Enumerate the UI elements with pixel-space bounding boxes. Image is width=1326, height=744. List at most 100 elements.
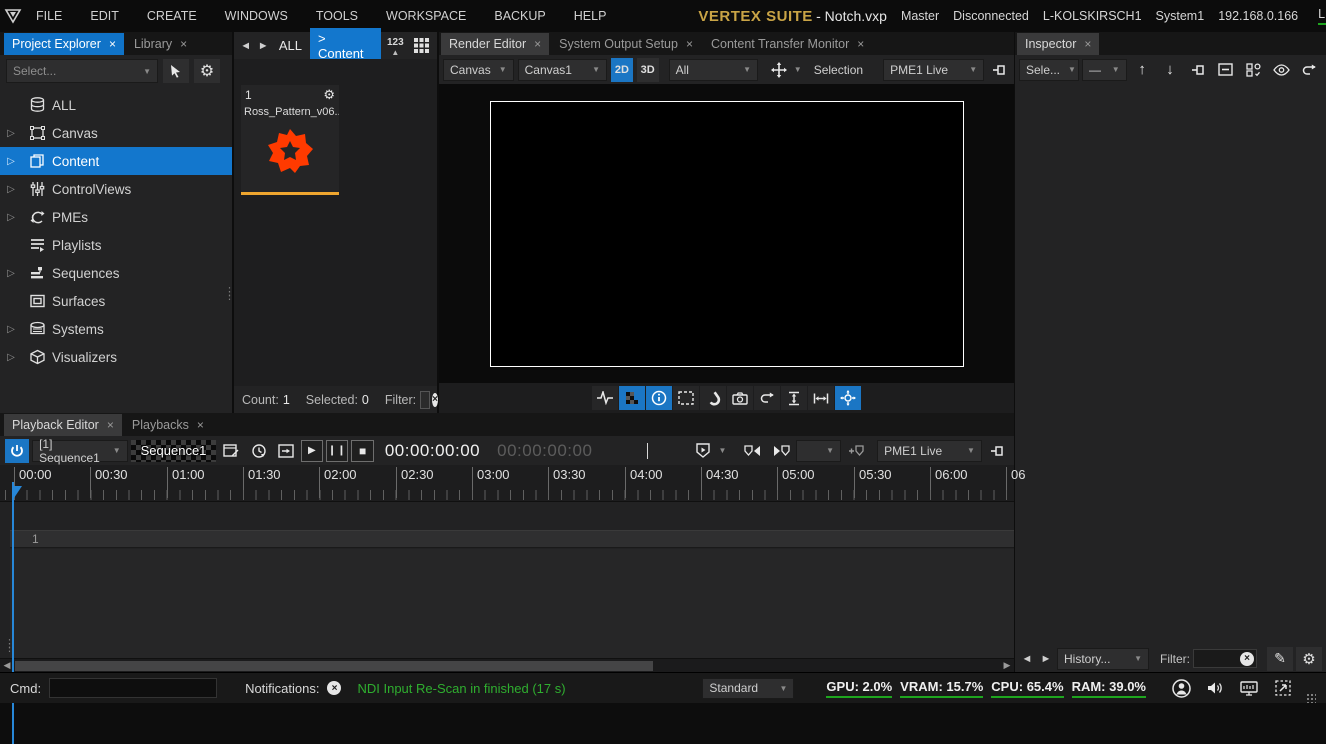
duplicate-window-icon[interactable] [1213,58,1238,82]
menu-tools[interactable]: TOOLS [302,9,372,23]
cue-select-dropdown[interactable]: ▼ [796,440,842,462]
dismiss-notification-icon[interactable]: × [327,681,341,695]
gizmo-move-icon[interactable] [835,386,861,410]
breadcrumb-all[interactable]: ALL [279,38,302,53]
inspector-select-dropdown[interactable]: Sele...▼ [1019,59,1079,81]
playhead-flag[interactable] [14,486,22,498]
close-tab-icon[interactable]: × [686,37,693,51]
fit-width-icon[interactable] [808,386,834,410]
tab-library[interactable]: Library× [126,33,195,55]
selection-mode-label[interactable]: Selection [814,63,863,77]
canvas-mode-dropdown[interactable]: Canvas▼ [443,59,514,81]
close-tab-icon[interactable]: × [857,37,864,51]
tab-system-output-setup[interactable]: System Output Setup× [551,33,701,55]
content-filter-input[interactable] [420,391,430,409]
next-cue-icon[interactable] [768,439,792,463]
info-overlay-icon[interactable] [646,386,672,410]
content-item-card[interactable]: 1 ⚙ Ross_Pattern_v06... [241,85,339,195]
expand-arrow-icon[interactable]: ▷ [0,128,22,139]
reset-view-icon[interactable] [754,386,780,410]
timeline-body[interactable]: 1 ⋮⋮ [0,502,1014,658]
menu-create[interactable]: CREATE [133,9,211,23]
tab-playbacks[interactable]: Playbacks× [124,414,212,436]
render-canvas[interactable] [490,101,964,367]
snap-magnet-icon[interactable] [700,386,726,410]
tree-item-playlists[interactable]: Playlists [0,231,232,259]
history-forward-icon[interactable]: ► [1038,649,1054,669]
tab-content-transfer-monitor[interactable]: Content Transfer Monitor× [703,33,872,55]
scroll-right-icon[interactable]: ▶ [1000,660,1014,671]
menu-windows[interactable]: WINDOWS [211,9,302,23]
move-down-icon[interactable]: ↓ [1158,58,1183,82]
previous-cue-icon[interactable] [741,439,765,463]
timeline-ruler[interactable]: 00:00 00:30 01:00 01:30 02:00 02:30 03:0… [0,465,1014,502]
timecode-clock-icon[interactable] [247,439,271,463]
close-tab-icon[interactable]: × [109,37,116,51]
menu-workspace[interactable]: WORKSPACE [372,9,480,23]
tree-item-canvas[interactable]: ▷ Canvas [0,119,232,147]
cue-flag-icon[interactable] [691,439,715,463]
sequence-dropdown[interactable]: [1] Sequence1▼ [32,440,128,462]
power-button[interactable] [5,439,29,463]
sequence-name-chip[interactable]: Sequence1 [131,440,217,462]
menu-file[interactable]: FILE [22,9,76,23]
marquee-select-icon[interactable] [673,386,699,410]
pan-tool-icon[interactable] [768,58,790,82]
tree-item-sequences[interactable]: ▷ Sequences [0,259,232,287]
cursor-tool-icon[interactable] [163,59,189,83]
tree-item-controlviews[interactable]: ▷ ControlViews [0,175,232,203]
close-tab-icon[interactable]: × [1084,37,1091,51]
clear-filter-icon[interactable]: × [432,393,438,407]
pause-button[interactable]: ❙❙ [326,440,348,462]
quality-dropdown[interactable]: Standard▼ [702,678,794,699]
clear-filter-icon[interactable]: × [1240,652,1254,666]
tab-project-explorer[interactable]: Project Explorer× [4,33,124,55]
pin-icon[interactable] [988,58,1010,82]
tree-item-surfaces[interactable]: Surfaces [0,287,232,315]
screenshot-camera-icon[interactable] [727,386,753,410]
grid-view-icon[interactable] [410,34,433,58]
display-settings-icon[interactable] [1236,681,1262,696]
pin-icon[interactable] [1185,58,1210,82]
expand-arrow-icon[interactable]: ▷ [0,156,22,167]
pixel-inspect-icon[interactable] [619,386,645,410]
fit-height-icon[interactable] [781,386,807,410]
timeline-scrollbar[interactable]: ◀ ▶ [0,658,1014,672]
canvas-select-dropdown[interactable]: Canvas1▼ [518,59,607,81]
scrollbar-thumb[interactable] [15,661,653,671]
command-input[interactable] [49,678,217,698]
menu-backup[interactable]: BACKUP [480,9,559,23]
move-up-icon[interactable]: ↑ [1130,58,1155,82]
nav-forward-icon[interactable]: ► [255,36,270,56]
timeline-empty-area[interactable] [10,549,1014,658]
revert-icon[interactable] [1297,58,1322,82]
view-2d-button[interactable]: 2D [611,58,633,82]
timeline-track-row[interactable]: 1 [10,530,1014,548]
tab-playback-editor[interactable]: Playback Editor× [4,414,122,436]
expand-arrow-icon[interactable]: ▷ [0,352,22,363]
edit-sequence-icon[interactable] [219,439,243,463]
render-viewport[interactable] [439,84,1014,383]
close-tab-icon[interactable]: × [180,37,187,51]
goto-start-icon[interactable] [274,439,298,463]
tree-item-systems[interactable]: ▷ Systems [0,315,232,343]
menu-help[interactable]: HELP [560,9,621,23]
layer-filter-dropdown[interactable]: All▼ [669,59,758,81]
resize-grip[interactable] [1306,693,1316,703]
tree-item-visualizers[interactable]: ▷ Visualizers [0,343,232,371]
playhead-line[interactable] [12,482,14,744]
pme-live-dropdown[interactable]: PME1 Live▼ [877,440,982,462]
checklist-icon[interactable] [1241,58,1266,82]
user-account-icon[interactable] [1168,679,1194,698]
close-tab-icon[interactable]: × [107,418,114,432]
performance-graph-icon[interactable] [592,386,618,410]
history-back-icon[interactable]: ◄ [1019,649,1035,669]
tree-item-pmes[interactable]: ▷ PMEs [0,203,232,231]
expand-arrow-icon[interactable]: ▷ [0,324,22,335]
expand-arrow-icon[interactable]: ▷ [0,184,22,195]
pin-icon[interactable] [985,439,1009,463]
cue-flag-caret[interactable]: ▼ [718,449,726,453]
visibility-eye-icon[interactable] [1269,58,1294,82]
stop-button[interactable]: ■ [351,440,373,462]
content-item-gear-icon[interactable]: ⚙ [323,87,335,103]
